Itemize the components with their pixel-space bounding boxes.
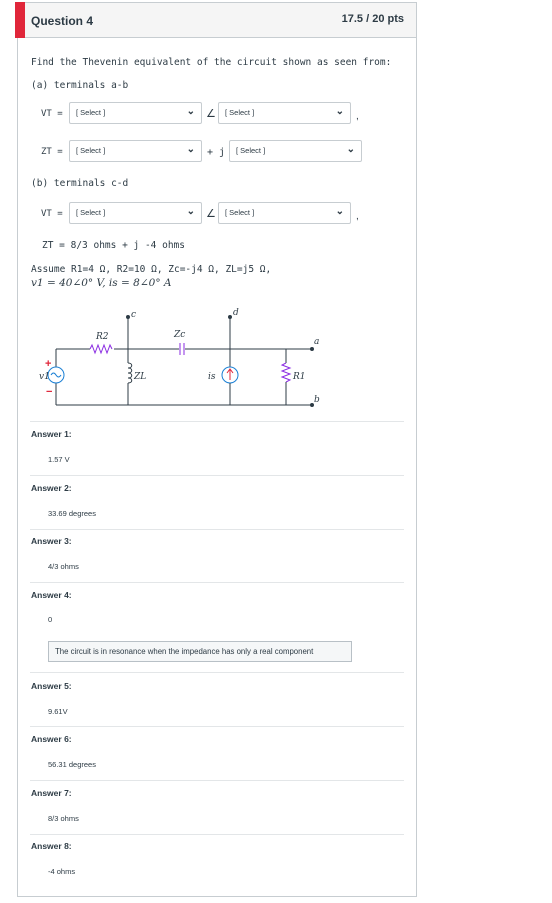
answer-4-comment: The circuit is in resonance when the imp… bbox=[48, 641, 352, 662]
question-card: Question 4 17.5 / 20 pts Find the Theven… bbox=[15, 2, 417, 897]
label-c: c bbox=[131, 310, 136, 320]
vt-angle-select-b[interactable]: [ Select ] ⌄ bbox=[218, 202, 351, 224]
assumptions-text: Assume R1=4 Ω, R2=10 Ω, Zc=-j4 Ω, ZL=j5 … bbox=[31, 264, 272, 275]
divider bbox=[30, 475, 404, 476]
vt-magnitude-select-a[interactable]: [ Select ] ⌄ bbox=[69, 102, 202, 124]
label-zc: Zc bbox=[173, 330, 185, 340]
answer-6-label: Answer 6: bbox=[31, 734, 72, 744]
answer-4-value: 0 bbox=[48, 615, 53, 624]
part-b-heading: (b) terminals c-d bbox=[31, 178, 129, 189]
label-v1: v1 bbox=[39, 372, 50, 382]
select-placeholder: [ Select ] bbox=[225, 208, 255, 217]
plus-j-label: + j bbox=[207, 147, 226, 158]
answer-4-label: Answer 4: bbox=[31, 590, 72, 600]
label-r1: R1 bbox=[292, 372, 306, 382]
divider bbox=[30, 780, 404, 781]
label-b: b bbox=[314, 395, 320, 405]
zt-label-a: ZT = bbox=[41, 147, 63, 157]
divider bbox=[30, 421, 404, 422]
answer-2-value: 33.69 degrees bbox=[48, 509, 96, 518]
label-r2: R2 bbox=[95, 332, 109, 342]
circuit-diagram: R2 Zc ZL R1 v1 is c d a b + − bbox=[39, 308, 320, 407]
question-points: 17.5 / 20 pts bbox=[341, 13, 404, 25]
select-placeholder: [ Select ] bbox=[225, 108, 255, 117]
answer-7-value: 8/3 ohms bbox=[48, 814, 79, 823]
select-placeholder: [ Select ] bbox=[76, 108, 106, 117]
comma: , bbox=[356, 211, 359, 222]
answer-7-label: Answer 7: bbox=[31, 788, 72, 798]
flag-marker-icon bbox=[15, 2, 25, 38]
answer-5-value: 9.61V bbox=[48, 707, 68, 716]
vt-magnitude-select-b[interactable]: [ Select ] ⌄ bbox=[69, 202, 202, 224]
label-zl: ZL bbox=[133, 372, 146, 382]
answer-6-value: 56.31 degrees bbox=[48, 760, 96, 769]
select-placeholder: [ Select ] bbox=[76, 208, 106, 217]
zt-imag-select-a[interactable]: [ Select ] ⌄ bbox=[229, 140, 362, 162]
answer-3-value: 4/3 ohms bbox=[48, 562, 79, 571]
sources-text: v1 = 40∠0° V, is = 8∠0° A bbox=[31, 277, 172, 289]
part-a-heading: (a) terminals a-b bbox=[31, 80, 129, 91]
answer-8-value: -4 ohms bbox=[48, 867, 76, 876]
angle-icon: ∠ bbox=[206, 108, 216, 120]
divider bbox=[30, 529, 404, 530]
answer-2-label: Answer 2: bbox=[31, 483, 72, 493]
answer-8-label: Answer 8: bbox=[31, 841, 72, 851]
zt-real-select-a[interactable]: [ Select ] ⌄ bbox=[69, 140, 202, 162]
answer-5-label: Answer 5: bbox=[31, 681, 72, 691]
answer-1-label: Answer 1: bbox=[31, 429, 72, 439]
vt-label-a: VT = bbox=[41, 109, 63, 119]
label-is: is bbox=[208, 372, 216, 382]
select-placeholder: [ Select ] bbox=[236, 146, 266, 155]
minus-sign: − bbox=[46, 386, 52, 398]
label-d: d bbox=[233, 308, 239, 318]
question-title: Question 4 bbox=[31, 14, 94, 28]
chevron-down-icon: ⌄ bbox=[335, 206, 344, 217]
angle-icon: ∠ bbox=[206, 208, 216, 220]
divider bbox=[30, 672, 404, 673]
vt-label-b: VT = bbox=[41, 209, 63, 219]
question-prompt: Find the Thevenin equivalent of the circ… bbox=[31, 57, 392, 68]
plus-sign: + bbox=[45, 358, 51, 370]
divider bbox=[30, 834, 404, 835]
label-a: a bbox=[314, 337, 319, 347]
vt-angle-select-a[interactable]: [ Select ] ⌄ bbox=[218, 102, 351, 124]
chevron-down-icon: ⌄ bbox=[186, 106, 195, 117]
chevron-down-icon: ⌄ bbox=[335, 106, 344, 117]
answer-3-label: Answer 3: bbox=[31, 536, 72, 546]
comma: , bbox=[356, 111, 359, 122]
divider bbox=[30, 726, 404, 727]
select-placeholder: [ Select ] bbox=[76, 146, 106, 155]
chevron-down-icon: ⌄ bbox=[186, 144, 195, 155]
chevron-down-icon: ⌄ bbox=[186, 206, 195, 217]
chevron-down-icon: ⌄ bbox=[346, 144, 355, 155]
zt-result-text: ZT = 8/3 ohms + j -4 ohms bbox=[42, 240, 185, 251]
answer-1-value: 1.57 V bbox=[48, 455, 70, 464]
divider bbox=[30, 582, 404, 583]
question-header: Question 4 17.5 / 20 pts bbox=[15, 2, 416, 38]
